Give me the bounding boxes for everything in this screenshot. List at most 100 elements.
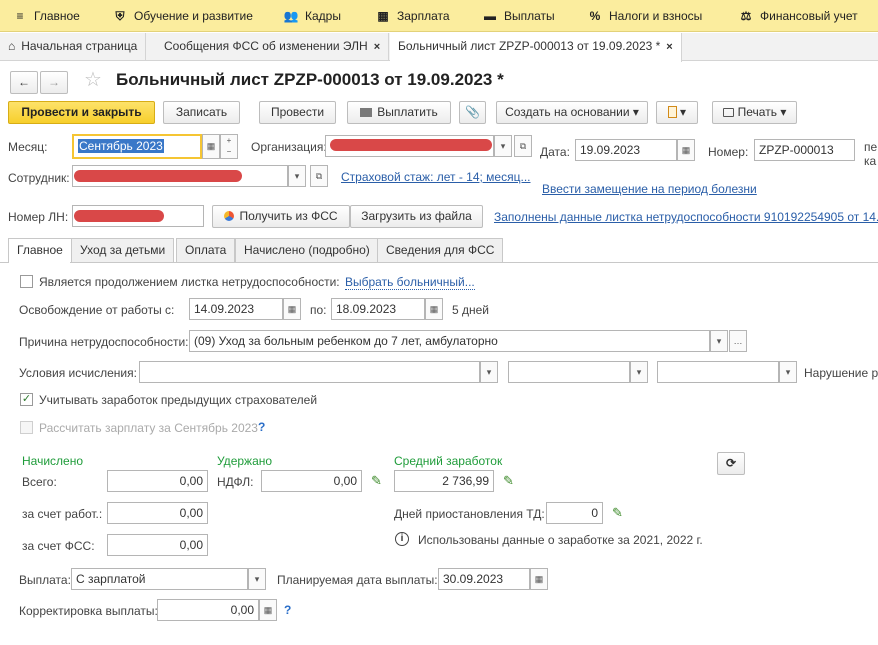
date-from-input[interactable]: 14.09.2023 (189, 298, 283, 320)
payout-dropdown-button[interactable]: ▾ (248, 568, 266, 590)
nav-item-hr[interactable]: 👥 Кадры (283, 0, 341, 32)
dropdown-button[interactable]: ▾ (630, 361, 648, 383)
redaction (74, 170, 242, 182)
document-tabs: ⌂ Начальная страница Сообщения ФСС об изм… (0, 33, 878, 62)
calc-salary-checkbox[interactable] (20, 421, 33, 434)
wallet-icon: ▬ (484, 9, 496, 23)
open-employee-button[interactable]: ⧉ (310, 165, 328, 187)
reason-select-button[interactable]: … (729, 330, 747, 352)
side-text: пе (864, 140, 878, 154)
save-button[interactable]: Записать (163, 101, 240, 124)
reports-button[interactable]: ▾ (656, 101, 698, 124)
filled-data-link[interactable]: Заполнены данные листка нетрудоспособнос… (494, 210, 878, 224)
nav-item-training[interactable]: ⛨ Обучение и развитие (112, 0, 252, 32)
calc-condition-2[interactable] (508, 361, 630, 383)
get-from-fss-button[interactable]: Получить из ФСС (212, 205, 350, 228)
post-button[interactable]: Провести (259, 101, 336, 124)
nav-item-label: Выплаты (504, 9, 555, 23)
nav-item-taxes[interactable]: % Налоги и взносы (587, 0, 703, 32)
dropdown-button[interactable]: ▾ (779, 361, 797, 383)
printer-icon (722, 108, 734, 117)
chevron-down-icon: ▾ (679, 105, 687, 119)
fss-share-value[interactable]: 0,00 (107, 534, 208, 556)
tab-child-care[interactable]: Уход за детьми (71, 238, 175, 262)
load-from-file-button[interactable]: Загрузить из файла (350, 205, 483, 228)
tab-fss-info[interactable]: Сведения для ФСС (377, 238, 504, 262)
close-icon[interactable]: × (666, 41, 672, 53)
calendar-button[interactable]: ▦ (283, 298, 301, 320)
tab-sick-leave[interactable]: Больничный лист ZPZP-000013 от 19.09.202… (390, 33, 682, 62)
employer-share-value[interactable]: 0,00 (107, 502, 208, 524)
tabs-divider (0, 262, 878, 263)
nav-item-main[interactable]: ≡ Главное (12, 0, 79, 32)
tab-home[interactable]: ⌂ Начальная страница (0, 33, 147, 61)
calculator-button[interactable]: ▦ (259, 599, 277, 621)
calc-condition-1[interactable] (139, 361, 480, 383)
total-value[interactable]: 0,00 (107, 470, 208, 492)
nav-item-salary[interactable]: ▦ Зарплата (375, 0, 450, 32)
chevron-down-icon: ▾ (780, 105, 787, 119)
insurance-record-link[interactable]: Страховой стаж: лет - 14; месяц... (341, 170, 530, 184)
replacement-link[interactable]: Ввести замещение на период болезни (542, 182, 757, 196)
planned-date-input[interactable]: 30.09.2023 (438, 568, 530, 590)
edit-pencil-icon[interactable]: ✎ (612, 505, 623, 521)
avg-earnings-value[interactable]: 2 736,99 (394, 470, 494, 492)
nav-item-label: Зарплата (397, 9, 450, 23)
month-value: Сентябрь 2023 (78, 139, 164, 153)
print-label: Печать (737, 105, 777, 119)
close-icon[interactable]: × (374, 41, 380, 53)
org-dropdown-button[interactable]: ▾ (494, 135, 512, 157)
calculator-icon: ▦ (377, 9, 389, 23)
help-icon[interactable]: ? (284, 603, 291, 617)
open-org-button[interactable]: ⧉ (514, 135, 532, 157)
date-input[interactable]: 19.09.2023 (575, 139, 677, 161)
number-input[interactable]: ZPZP-000013 (754, 139, 855, 161)
nav-item-finance[interactable]: ⚖ Финансовый учет (738, 0, 858, 32)
idle-days-value[interactable]: 0 (546, 502, 603, 524)
create-based-on-button[interactable]: Создать на основании ▾ (496, 101, 648, 124)
attach-button[interactable]: 📎 (459, 101, 486, 124)
nav-item-payments[interactable]: ▬ Выплаты (482, 0, 555, 32)
ln-label: Номер ЛН: (8, 210, 69, 224)
tab-main[interactable]: Главное (8, 238, 72, 263)
continuation-checkbox[interactable] (20, 275, 33, 288)
prev-employers-checkbox[interactable]: ✓ (20, 393, 33, 406)
refresh-button[interactable]: ⟳ (717, 452, 745, 475)
forward-button[interactable]: → (40, 71, 68, 94)
choose-sick-leave-link[interactable]: Выбрать больничный... (345, 275, 475, 290)
calendar-button[interactable]: ▦ (425, 298, 443, 320)
ndfl-value[interactable]: 0,00 (261, 470, 362, 492)
calendar-button[interactable]: ▦ (530, 568, 548, 590)
correction-label: Корректировка выплаты: (19, 604, 158, 618)
calendar-button[interactable]: ▦ (202, 134, 220, 159)
fss-share-label: за счет ФСС: (22, 539, 95, 553)
correction-input[interactable]: 0,00 (157, 599, 259, 621)
dropdown-button[interactable]: ▾ (480, 361, 498, 383)
earnings-info-text: Использованы данные о заработке за 2021,… (418, 533, 703, 547)
reason-dropdown-button[interactable]: ▾ (710, 330, 728, 352)
back-button[interactable]: ← (10, 71, 38, 94)
employee-dropdown-button[interactable]: ▾ (288, 165, 306, 187)
violation-label: Нарушение р (804, 366, 878, 380)
help-icon[interactable]: ? (258, 420, 265, 434)
reason-input[interactable]: (09) Уход за больным ребенком до 7 лет, … (189, 330, 710, 352)
calendar-button[interactable]: ▦ (677, 139, 695, 161)
payout-input[interactable]: С зарплатой (71, 568, 248, 590)
date-to-input[interactable]: 18.09.2023 (331, 298, 425, 320)
pay-button[interactable]: Выплатить (347, 101, 451, 124)
refresh-icon: ⟳ (725, 456, 737, 470)
tab-payment[interactable]: Оплата (176, 238, 236, 262)
tab-fss-messages[interactable]: Сообщения ФСС об изменении ЭЛН × (156, 33, 390, 61)
prev-employers-label: Учитывать заработок предыдущих страховат… (39, 393, 318, 407)
tab-accrued-details[interactable]: Начислено (подробно) (235, 238, 379, 262)
calc-conditions-label: Условия исчисления: (19, 366, 137, 380)
post-and-close-button[interactable]: Провести и закрыть (8, 101, 155, 124)
month-input[interactable]: Сентябрь 2023 (72, 134, 202, 159)
month-stepper[interactable]: + − (220, 134, 238, 159)
edit-pencil-icon[interactable]: ✎ (371, 473, 382, 489)
edit-pencil-icon[interactable]: ✎ (503, 473, 514, 489)
employer-share-label: за счет работ.: (22, 507, 103, 521)
print-button[interactable]: Печать ▾ (712, 101, 797, 124)
star-icon[interactable]: ☆ (84, 67, 102, 92)
calc-condition-3[interactable] (657, 361, 779, 383)
